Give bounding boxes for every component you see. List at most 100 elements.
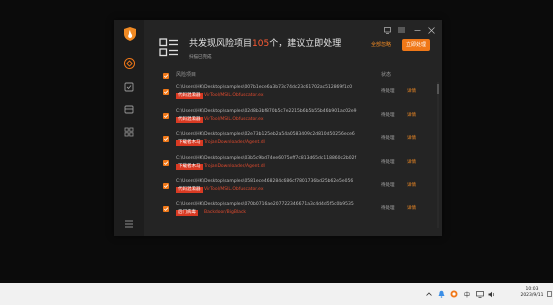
menu-lines-icon [397, 27, 405, 33]
threat-name: VirTool/MSIL.Obfuscator.ex [204, 117, 264, 122]
volume-control[interactable] [487, 289, 496, 299]
file-path: C:\Users\HK\Desktop\samples\0581ece46828… [176, 179, 354, 184]
file-path: C:\Users\HK\Desktop\samples\02d8b3bf870b… [176, 109, 357, 114]
threat-type-badge: 下载者木马 [176, 164, 203, 170]
file-path: C:\Users\HK\Desktop\samples\070b0716ae20… [176, 202, 354, 207]
row-detail-link[interactable]: 详情 [407, 206, 416, 212]
checkmark-icon [163, 73, 169, 78]
minimize-icon [414, 29, 420, 31]
sidebar-item-scan[interactable] [123, 81, 135, 93]
virus-scan-icon [124, 82, 134, 92]
threat-type-badge: 代码混淆器 [176, 187, 203, 193]
threat-name: VirTool/MSIL.Obfuscator.ex [204, 187, 264, 192]
system-clock[interactable]: 10:03 2023/9/11 [518, 287, 546, 299]
table-row: C:\Users\HK\Desktop\samples\0581ece46828… [159, 179, 434, 201]
row-checkbox[interactable] [163, 206, 169, 212]
feedback-button[interactable] [383, 26, 391, 34]
row-checkbox[interactable] [163, 113, 169, 119]
row-detail-link[interactable]: 详情 [407, 160, 416, 166]
scrollbar-track[interactable] [437, 82, 439, 228]
row-status: 待处理 [381, 136, 395, 141]
scrollbar-thumb[interactable] [437, 84, 439, 94]
chevron-up-icon [426, 292, 432, 296]
title-prefix: 共发现风险项目 [189, 39, 253, 49]
clock-date: 2023/9/11 [520, 293, 544, 298]
threat-name: VirTool/MSIL.Obfuscator.ex [204, 93, 264, 98]
table-row: C:\Users\HK\Desktop\samples\03b5c9bd74ee… [159, 156, 434, 178]
tray-app-bell[interactable] [437, 289, 446, 299]
sidebar-item-protection[interactable] [123, 57, 135, 69]
shield-logo-icon [124, 26, 136, 41]
select-all-checkbox[interactable] [163, 72, 169, 79]
table-row: C:\Users\HK\Desktop\samples\070b0716ae20… [159, 202, 434, 224]
input-method-icon: 中 [463, 291, 470, 299]
shield-icon [123, 57, 135, 69]
row-detail-link[interactable]: 详情 [407, 89, 416, 95]
row-checkbox[interactable] [163, 136, 169, 142]
notification-icon [546, 291, 552, 297]
threat-name: TrojanDownloader/Agent.dl [204, 140, 265, 145]
row-status: 待处理 [381, 113, 395, 118]
title-suffix: 个，建议立即处理 [269, 39, 342, 49]
sidebar-item-apps[interactable] [123, 126, 135, 138]
volume-icon [488, 291, 494, 297]
checkmark-icon [163, 90, 169, 94]
notification-button[interactable] [546, 289, 552, 299]
checkmark-icon [163, 184, 169, 188]
taskbar: 中 10:03 2023/9/11 [0, 283, 553, 305]
fix-now-button[interactable]: 立即处理 [402, 39, 430, 51]
tray-app-security[interactable] [449, 289, 458, 299]
ignore-all-link[interactable]: 全部忽略 [371, 42, 391, 48]
threat-type-badge: 后门病毒 [176, 210, 198, 216]
row-status: 待处理 [381, 206, 395, 211]
sidebar-item-tools[interactable] [123, 103, 135, 115]
input-method-indicator[interactable]: 中 [462, 289, 472, 299]
threat-name: TrojanDownloader/Agent.dl [204, 164, 265, 169]
row-checkbox[interactable] [163, 183, 169, 189]
main-menu-button[interactable] [397, 26, 405, 34]
row-status: 待处理 [381, 160, 395, 165]
row-checkbox[interactable] [163, 160, 169, 166]
security-tray-icon [450, 290, 457, 298]
page-title: 共发现风险项目105个，建议立即处理 [189, 38, 341, 50]
column-header-item: 风险项目 [176, 72, 197, 78]
desktop: 共发现风险项目105个，建议立即处理 扫描已完成 全部忽略 立即处理 风险项目 … [0, 0, 553, 283]
sidebar [114, 20, 144, 236]
row-status: 待处理 [381, 183, 395, 188]
checkmark-icon [163, 114, 169, 118]
sidebar-menu-button[interactable] [123, 218, 135, 230]
table-row: C:\Users\HK\Desktop\samples\007b1ece6a3b… [159, 85, 434, 107]
threat-type-badge: 下载者木马 [176, 140, 203, 146]
bell-icon [438, 290, 445, 298]
risk-count: 105 [252, 39, 270, 49]
file-path: C:\Users\HK\Desktop\samples\02e73b125eb2… [176, 132, 355, 137]
checkmark-icon [163, 161, 169, 165]
checkmark-icon [163, 137, 169, 141]
row-detail-link[interactable]: 详情 [407, 136, 416, 142]
column-header-status: 状态 [381, 72, 392, 78]
file-path: C:\Users\HK\Desktop\samples\007b1ece6a3b… [176, 85, 353, 90]
tray-overflow-button[interactable] [425, 289, 433, 299]
threat-type-badge: 代码混淆器 [176, 117, 203, 123]
close-icon [427, 26, 435, 34]
table-row: C:\Users\HK\Desktop\samples\02e73b125eb2… [159, 132, 434, 154]
scan-status-subtitle: 扫描已完成 [189, 55, 212, 60]
toolbox-icon [124, 105, 134, 114]
row-detail-link[interactable]: 详情 [407, 183, 416, 189]
checkmark-icon [163, 207, 169, 211]
threat-name: Backdoor/BigBlack [204, 210, 247, 215]
minimize-button[interactable] [413, 26, 421, 34]
close-button[interactable] [427, 26, 435, 34]
row-checkbox[interactable] [163, 89, 169, 95]
table-header: 风险项目 状态 [159, 71, 434, 81]
report-list-icon [159, 38, 179, 58]
apps-icon [124, 127, 134, 137]
app-window: 共发现风险项目105个，建议立即处理 扫描已完成 全部忽略 立即处理 风险项目 … [114, 20, 442, 236]
feedback-icon [383, 26, 391, 34]
table-row: C:\Users\HK\Desktop\samples\02d8b3bf870b… [159, 109, 434, 131]
row-status: 待处理 [381, 89, 395, 94]
network-status[interactable] [475, 289, 484, 299]
threat-type-badge: 代码混淆器 [176, 93, 203, 99]
file-path: C:\Users\HK\Desktop\samples\03b5c9bd74ee… [176, 156, 357, 161]
row-detail-link[interactable]: 详情 [407, 113, 416, 119]
